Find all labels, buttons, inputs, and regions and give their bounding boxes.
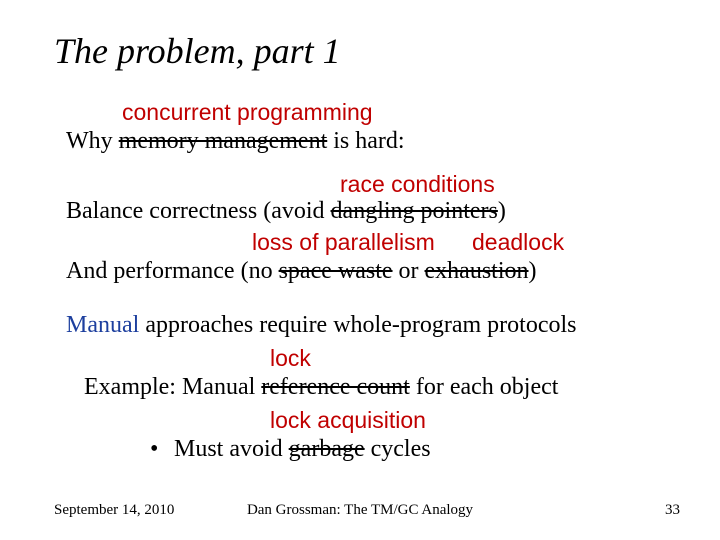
- text: Balance correctness (avoid: [66, 198, 331, 224]
- text: is hard:: [327, 128, 404, 154]
- text: or: [393, 258, 425, 284]
- footer-page: 33: [665, 502, 680, 519]
- struck-garbage: garbage: [289, 436, 365, 462]
- text: cycles: [365, 436, 431, 462]
- text: for each object: [410, 374, 559, 400]
- text: ): [529, 258, 537, 284]
- text-manual: Manual: [66, 312, 139, 338]
- struck-reference-count: reference count: [261, 374, 410, 400]
- struck-space-waste: space waste: [279, 258, 393, 284]
- footer: September 14, 2010 Dan Grossman: The TM/…: [0, 502, 720, 522]
- annotation-loss-of-parallelism: loss of parallelism: [252, 228, 435, 257]
- annotation-race-conditions: race conditions: [340, 170, 495, 199]
- line-and-performance: And performance (no space waste or exhau…: [66, 256, 537, 286]
- slide: The problem, part 1 concurrent programmi…: [0, 0, 720, 540]
- footer-center: Dan Grossman: The TM/GC Analogy: [0, 502, 720, 519]
- annotation-lock: lock: [270, 344, 311, 373]
- text: Must avoid: [168, 436, 289, 462]
- line-balance-correctness: Balance correctness (avoid dangling poin…: [66, 196, 506, 226]
- text: ): [498, 198, 506, 224]
- annotation-concurrent-programming: concurrent programming: [122, 98, 373, 127]
- struck-exhaustion: exhaustion: [425, 258, 529, 284]
- struck-dangling-pointers: dangling pointers: [331, 198, 498, 224]
- line-example-manual: Example: Manual reference count for each…: [84, 372, 558, 402]
- bullet-icon: •: [150, 434, 168, 464]
- slide-title: The problem, part 1: [54, 30, 341, 72]
- line-manual-approaches: Manual approaches require whole-program …: [66, 310, 576, 340]
- text: Why: [66, 128, 119, 154]
- annotation-lock-acquisition: lock acquisition: [270, 406, 426, 435]
- text: approaches require whole-program protoco…: [139, 312, 576, 338]
- text: And performance (no: [66, 258, 279, 284]
- line-bullet-must-avoid: • Must avoid garbage cycles: [150, 434, 431, 464]
- text: Example: Manual: [84, 374, 261, 400]
- line-why-hard: Why memory management is hard:: [66, 126, 405, 156]
- struck-memory-management: memory management: [119, 128, 328, 154]
- annotation-deadlock: deadlock: [472, 228, 564, 257]
